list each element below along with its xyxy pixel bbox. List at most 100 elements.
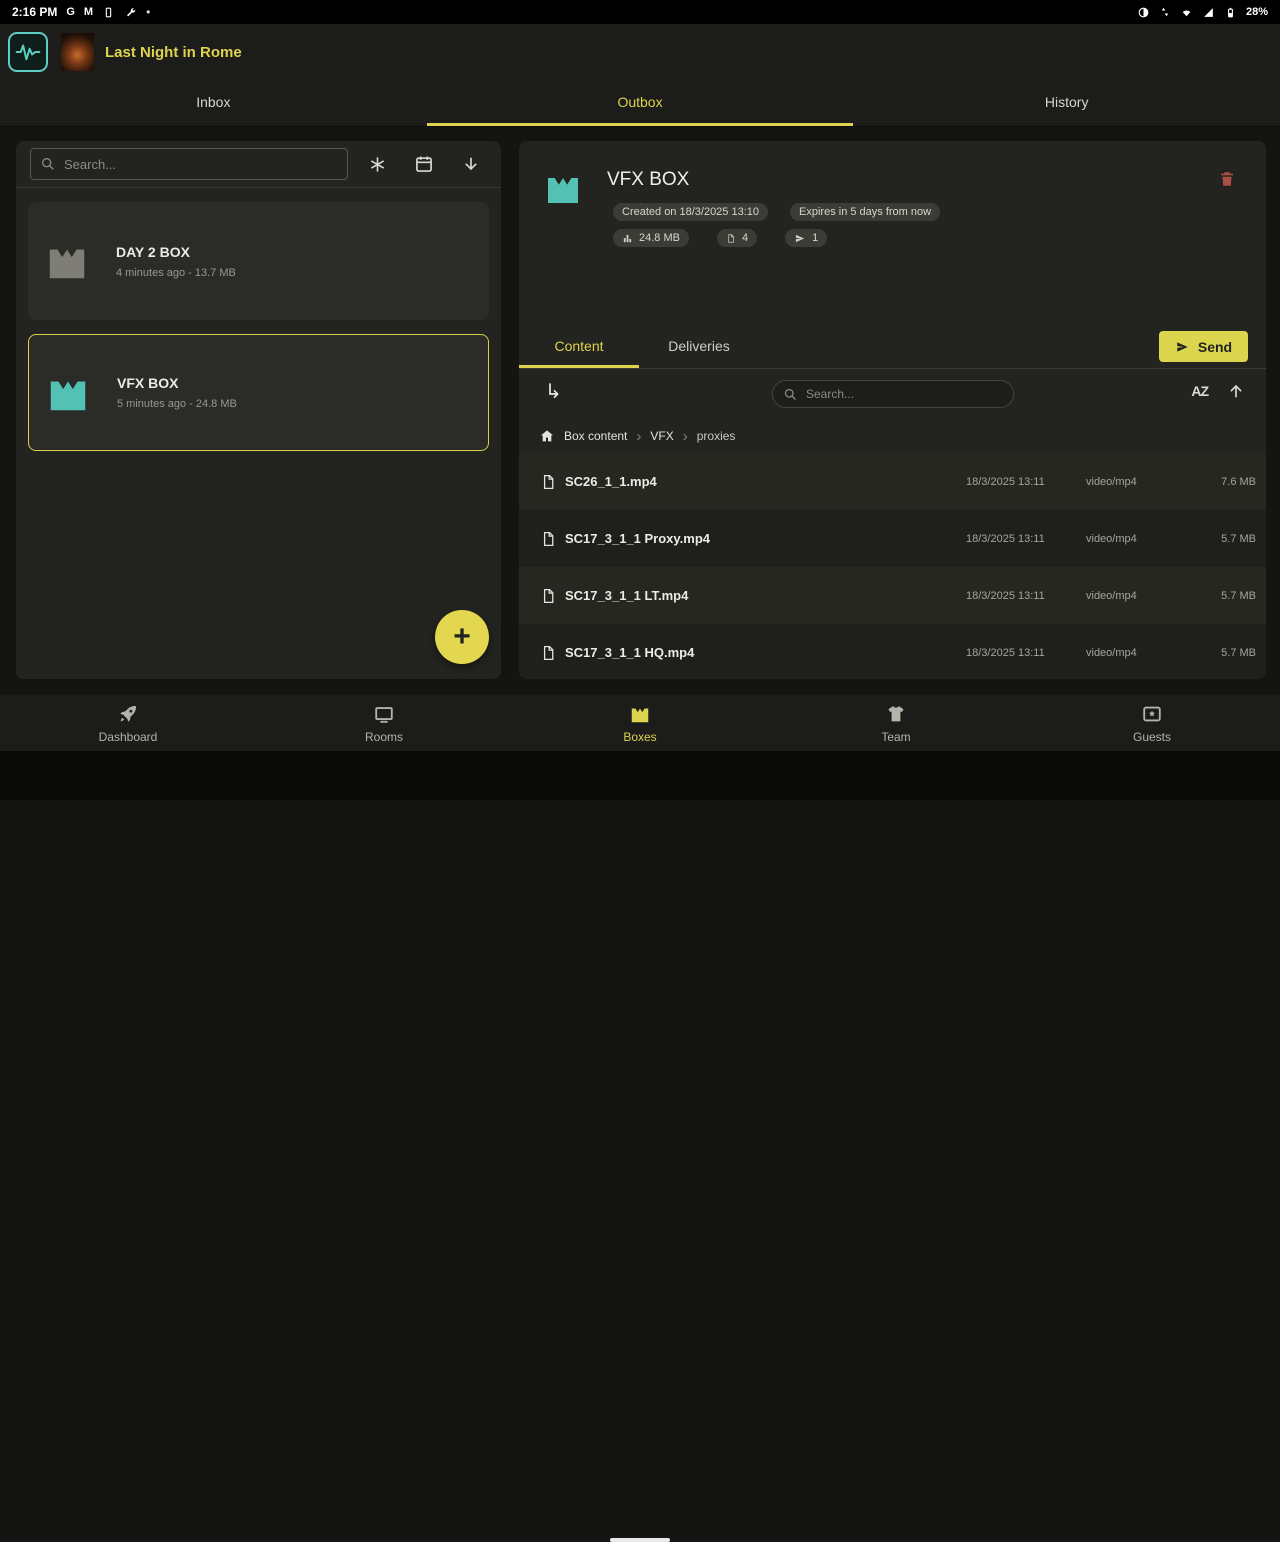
device-notification-icon <box>102 6 115 19</box>
move-to-icon[interactable]: ↳ <box>545 379 562 404</box>
rocket-icon <box>117 703 139 725</box>
system-update-icon <box>124 6 137 19</box>
box-icon <box>543 168 583 208</box>
file-row[interactable]: SC26_1_1.mp4 18/3/2025 13:11 video/mp4 7… <box>519 453 1266 510</box>
main-tab-bar: Inbox Outbox History <box>0 80 1280 127</box>
delete-box-button[interactable] <box>1218 169 1236 189</box>
size-icon <box>622 233 633 244</box>
sort-alpha-icon[interactable]: AZ <box>1191 383 1208 399</box>
tab-outbox[interactable]: Outbox <box>427 80 854 126</box>
file-date: 18/3/2025 13:11 <box>966 647 1086 659</box>
calendar-filter-icon[interactable] <box>414 154 434 174</box>
tab-content[interactable]: Content <box>519 326 639 368</box>
file-row[interactable]: SC17_3_1_1 LT.mp4 18/3/2025 13:11 video/… <box>519 567 1266 624</box>
nav-guests[interactable]: Guests <box>1024 695 1280 751</box>
data-transfer-icon <box>1159 6 1171 18</box>
file-row[interactable]: SC17_3_1_1 Proxy.mp4 18/3/2025 13:11 vid… <box>519 510 1266 567</box>
nav-dashboard[interactable]: Dashboard <box>0 695 256 751</box>
breadcrumb-level1[interactable]: VFX <box>650 429 673 443</box>
box-meta: 5 minutes ago - 24.8 MB <box>117 398 237 410</box>
outbox-search <box>30 148 348 180</box>
file-size: 5.7 MB <box>1186 590 1256 602</box>
app-logo[interactable] <box>8 32 48 72</box>
breadcrumb-root[interactable]: Box content <box>564 429 627 443</box>
nav-rooms[interactable]: Rooms <box>256 695 512 751</box>
filter-new-icon[interactable] <box>368 154 387 174</box>
search-icon <box>40 156 56 172</box>
search-input[interactable] <box>64 157 338 172</box>
file-icon <box>531 643 565 663</box>
tab-inbox[interactable]: Inbox <box>0 80 427 126</box>
nav-boxes[interactable]: Boxes <box>512 695 768 751</box>
detail-tab-bar: Content Deliveries <box>519 326 1266 369</box>
box-icon <box>45 370 91 416</box>
app-header: Last Night in Rome <box>0 24 1280 80</box>
status-bar: 2:16 PM G M • 28% <box>0 0 1280 24</box>
box-name: VFX BOX <box>117 375 237 391</box>
content-search <box>772 380 1014 408</box>
send-icon <box>794 233 806 244</box>
box-detail-panel: VFX BOX Created on 18/3/2025 13:10 Expir… <box>519 141 1266 679</box>
content-search-input[interactable] <box>806 387 1003 401</box>
file-date: 18/3/2025 13:11 <box>966 590 1086 602</box>
box-meta: 4 minutes ago - 13.7 MB <box>116 267 236 279</box>
file-name: SC17_3_1_1 LT.mp4 <box>565 588 966 603</box>
file-type: video/mp4 <box>1086 647 1186 659</box>
tshirt-icon <box>885 703 907 725</box>
send-button[interactable]: Send <box>1159 331 1248 362</box>
nav-label: Dashboard <box>99 730 158 744</box>
google-notification-icon: G <box>66 7 75 18</box>
project-title: Last Night in Rome <box>105 44 242 61</box>
brightness-icon <box>1137 6 1150 19</box>
file-size: 7.6 MB <box>1186 476 1256 488</box>
tab-deliveries[interactable]: Deliveries <box>639 326 759 368</box>
file-name: SC26_1_1.mp4 <box>565 474 966 489</box>
expires-chip: Expires in 5 days from now <box>790 203 940 221</box>
file-count-chip: 4 <box>717 229 757 247</box>
file-icon <box>531 529 565 549</box>
add-icon: + <box>453 620 471 654</box>
created-chip: Created on 18/3/2025 13:10 <box>613 203 768 221</box>
nav-team[interactable]: Team <box>768 695 1024 751</box>
file-icon <box>531 586 565 606</box>
send-icon <box>1175 340 1190 354</box>
gesture-handle[interactable] <box>610 1538 670 1542</box>
delivery-count-chip: 1 <box>785 229 827 247</box>
battery-percent: 28% <box>1246 6 1268 18</box>
project-poster[interactable] <box>61 33 94 71</box>
box-detail-title: VFX BOX <box>607 169 689 191</box>
nav-label: Guests <box>1133 730 1171 744</box>
file-date: 18/3/2025 13:11 <box>966 476 1086 488</box>
file-list: SC26_1_1.mp4 18/3/2025 13:11 video/mp4 7… <box>519 453 1266 679</box>
box-item-day2[interactable]: DAY 2 BOX 4 minutes ago - 13.7 MB <box>28 202 489 320</box>
add-box-button[interactable]: + <box>435 610 489 664</box>
box-icon <box>629 703 651 725</box>
file-row[interactable]: SC17_3_1_1 HQ.mp4 18/3/2025 13:11 video/… <box>519 624 1266 679</box>
box-name: DAY 2 BOX <box>116 244 236 260</box>
file-date: 18/3/2025 13:11 <box>966 533 1086 545</box>
home-icon[interactable] <box>539 428 555 444</box>
gmail-notification-icon: M <box>84 7 93 18</box>
waveform-icon <box>13 39 43 65</box>
file-type: video/mp4 <box>1086 533 1186 545</box>
file-type: video/mp4 <box>1086 590 1186 602</box>
sort-order-icon[interactable] <box>1226 381 1246 401</box>
sort-direction-icon[interactable] <box>461 154 481 174</box>
wifi-icon <box>1180 6 1193 19</box>
search-icon <box>783 387 798 402</box>
outbox-list-panel: DAY 2 BOX 4 minutes ago - 13.7 MB VFX BO… <box>16 141 501 679</box>
breadcrumb-level2[interactable]: proxies <box>697 429 736 443</box>
clock: 2:16 PM <box>12 5 57 19</box>
box-item-vfx[interactable]: VFX BOX 5 minutes ago - 24.8 MB <box>28 334 489 451</box>
nav-label: Team <box>881 730 910 744</box>
file-size: 5.7 MB <box>1186 647 1256 659</box>
file-icon <box>531 472 565 492</box>
file-type: video/mp4 <box>1086 476 1186 488</box>
size-chip: 24.8 MB <box>613 229 689 247</box>
tab-history[interactable]: History <box>853 80 1280 126</box>
nav-label: Boxes <box>623 730 656 744</box>
file-icon <box>726 233 736 244</box>
chevron-right-icon: › <box>683 429 688 444</box>
breadcrumb: Box content › VFX › proxies <box>539 424 735 448</box>
bottom-nav: Dashboard Rooms Boxes Team Guests <box>0 695 1280 751</box>
